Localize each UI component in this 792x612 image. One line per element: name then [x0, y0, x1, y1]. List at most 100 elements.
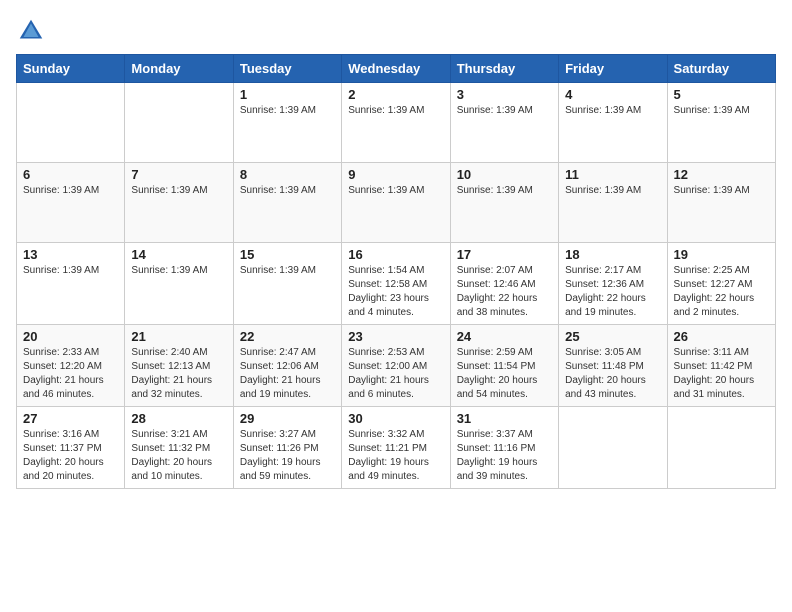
cell-info: Sunrise: 1:39 AM	[565, 104, 660, 118]
day-number: 18	[565, 247, 660, 262]
day-number: 4	[565, 87, 660, 102]
day-number: 14	[131, 247, 226, 262]
calendar-table: SundayMondayTuesdayWednesdayThursdayFrid…	[16, 54, 776, 489]
cell-info: Sunrise: 2:17 AM Sunset: 12:36 AM Daylig…	[565, 264, 660, 320]
day-number: 27	[23, 411, 118, 426]
calendar-cell: 3 Sunrise: 1:39 AM	[450, 83, 558, 163]
day-number: 5	[674, 87, 769, 102]
calendar-cell: 9Sunrise: 1:39 AM	[342, 163, 450, 243]
calendar-week-row: 20 Sunrise: 2:33 AM Sunset: 12:20 AM Dayl…	[17, 325, 776, 407]
calendar-cell: 13 Sunrise: 1:39 AM	[17, 243, 125, 325]
day-number: 1	[240, 87, 335, 102]
calendar-cell: 12Sunrise: 1:39 AM	[667, 163, 775, 243]
calendar-header-cell: Sunday	[17, 55, 125, 83]
day-number: 23	[348, 329, 443, 344]
cell-info: Sunrise: 2:47 AM Sunset: 12:06 AM Daylig…	[240, 346, 335, 402]
cell-info: Sunrise: 1:39 AM	[240, 264, 335, 278]
calendar-cell	[125, 83, 233, 163]
calendar-cell	[17, 83, 125, 163]
cell-info: Sunrise: 1:39 AM	[131, 184, 226, 198]
day-number: 21	[131, 329, 226, 344]
calendar-cell: 29Sunrise: 3:27 AM Sunset: 11:26 PM Dayl…	[233, 407, 341, 489]
calendar-cell: 15 Sunrise: 1:39 AM	[233, 243, 341, 325]
calendar-header-cell: Monday	[125, 55, 233, 83]
calendar-header-cell: Tuesday	[233, 55, 341, 83]
cell-info: Sunrise: 1:39 AM	[23, 264, 118, 278]
day-number: 15	[240, 247, 335, 262]
calendar-body: 1 Sunrise: 1:39 AM 2 Sunrise: 1:39 AM 3 Sunri…	[17, 83, 776, 489]
day-number: 12	[674, 167, 769, 182]
calendar-header-row: SundayMondayTuesdayWednesdayThursdayFrid…	[17, 55, 776, 83]
cell-info: Sunrise: 1:39 AM	[457, 104, 552, 118]
calendar-cell: 16 Sunrise: 1:54 AM Sunset: 12:58 AM Dayl…	[342, 243, 450, 325]
calendar-cell: 11 Sunrise: 1:39 AM	[559, 163, 667, 243]
cell-info: Sunrise: 2:59 AM Sunset: 11:54 PM Daylig…	[457, 346, 552, 402]
cell-info: Sunrise: 1:39 AM	[23, 184, 118, 198]
calendar-cell: 28Sunrise: 3:21 AM Sunset: 11:32 PM Dayl…	[125, 407, 233, 489]
calendar-header-cell: Thursday	[450, 55, 558, 83]
cell-info: Sunrise: 2:53 AM Sunset: 12:00 AM Daylig…	[348, 346, 443, 402]
cell-info: Sunrise: 1:39 AM	[240, 104, 335, 118]
cell-info: Sunrise: 1:39 AM	[674, 104, 769, 118]
cell-info: Sunrise: 3:37 AM Sunset: 11:16 PM Daylig…	[457, 428, 552, 484]
cell-info: Sunrise: 1:39 AM	[348, 104, 443, 118]
calendar-cell: 7 Sunrise: 1:39 AM	[125, 163, 233, 243]
calendar-header-cell: Saturday	[667, 55, 775, 83]
cell-info: Sunrise: 3:27 AM Sunset: 11:26 PM Daylig…	[240, 428, 335, 484]
calendar-week-row: 13 Sunrise: 1:39 AM 14 Sunrise: 1:39 AM 15 Su…	[17, 243, 776, 325]
calendar-cell: 19 Sunrise: 2:25 AM Sunset: 12:27 AM Dayl…	[667, 243, 775, 325]
calendar-cell: 20 Sunrise: 2:33 AM Sunset: 12:20 AM Dayl…	[17, 325, 125, 407]
day-number: 19	[674, 247, 769, 262]
calendar-week-row: 6Sunrise: 1:39 AM7Sunrise: 1:39 AM8Sunri…	[17, 163, 776, 243]
calendar-cell: 23 Sunrise: 2:53 AM Sunset: 12:00 AM Dayl…	[342, 325, 450, 407]
calendar-cell: 25Sunrise: 3:05 AM Sunset: 11:48 PM Dayl…	[559, 325, 667, 407]
cell-info: Sunrise: 3:21 AM Sunset: 11:32 PM Daylig…	[131, 428, 226, 484]
calendar-cell: 10Sunrise: 1:39 AM	[450, 163, 558, 243]
calendar-cell	[559, 407, 667, 489]
cell-info: Sunrise: 1:39 AM	[131, 264, 226, 278]
calendar-cell: 2 Sunrise: 1:39 AM	[342, 83, 450, 163]
calendar-cell: 22 Sunrise: 2:47 AM Sunset: 12:06 AM Dayl…	[233, 325, 341, 407]
calendar-cell: 18 Sunrise: 2:17 AM Sunset: 12:36 AM Dayl…	[559, 243, 667, 325]
calendar-cell: 30 Sunrise: 3:32 AM Sunset: 11:21 PM Dayl…	[342, 407, 450, 489]
calendar-cell: 5 Sunrise: 1:39 AM	[667, 83, 775, 163]
day-number: 22	[240, 329, 335, 344]
day-number: 3	[457, 87, 552, 102]
cell-info: Sunrise: 2:25 AM Sunset: 12:27 AM Daylig…	[674, 264, 769, 320]
cell-info: Sunrise: 3:32 AM Sunset: 11:21 PM Daylig…	[348, 428, 443, 484]
cell-info: Sunrise: 1:39 AM	[348, 184, 443, 198]
header	[16, 16, 776, 46]
cell-info: Sunrise: 3:16 AM Sunset: 11:37 PM Daylig…	[23, 428, 118, 484]
logo-icon	[16, 16, 46, 46]
day-number: 7	[131, 167, 226, 182]
cell-info: Sunrise: 3:05 AM Sunset: 11:48 PM Daylig…	[565, 346, 660, 402]
calendar-cell: 8Sunrise: 1:39 AM	[233, 163, 341, 243]
calendar-week-row: 1 Sunrise: 1:39 AM 2 Sunrise: 1:39 AM 3 Sunri…	[17, 83, 776, 163]
calendar-header-cell: Friday	[559, 55, 667, 83]
cell-info: Sunrise: 2:07 AM Sunset: 12:46 AM Daylig…	[457, 264, 552, 320]
cell-info: Sunrise: 2:40 AM Sunset: 12:13 AM Daylig…	[131, 346, 226, 402]
calendar-week-row: 27 Sunrise: 3:16 AM Sunset: 11:37 PM Dayl…	[17, 407, 776, 489]
calendar-cell: 17Sunrise: 2:07 AM Sunset: 12:46 AM Dayl…	[450, 243, 558, 325]
day-number: 13	[23, 247, 118, 262]
day-number: 8	[240, 167, 335, 182]
day-number: 16	[348, 247, 443, 262]
calendar-cell: 27 Sunrise: 3:16 AM Sunset: 11:37 PM Dayl…	[17, 407, 125, 489]
calendar-cell: 26 Sunrise: 3:11 AM Sunset: 11:42 PM Dayl…	[667, 325, 775, 407]
logo	[16, 16, 50, 46]
day-number: 26	[674, 329, 769, 344]
day-number: 11	[565, 167, 660, 182]
calendar-header-cell: Wednesday	[342, 55, 450, 83]
day-number: 10	[457, 167, 552, 182]
day-number: 20	[23, 329, 118, 344]
calendar-cell: 1 Sunrise: 1:39 AM	[233, 83, 341, 163]
calendar-cell: 31Sunrise: 3:37 AM Sunset: 11:16 PM Dayl…	[450, 407, 558, 489]
cell-info: Sunrise: 1:39 AM	[565, 184, 660, 198]
day-number: 30	[348, 411, 443, 426]
calendar-cell	[667, 407, 775, 489]
cell-info: Sunrise: 1:54 AM Sunset: 12:58 AM Daylig…	[348, 264, 443, 320]
day-number: 2	[348, 87, 443, 102]
calendar-cell: 24Sunrise: 2:59 AM Sunset: 11:54 PM Dayl…	[450, 325, 558, 407]
cell-info: Sunrise: 3:11 AM Sunset: 11:42 PM Daylig…	[674, 346, 769, 402]
cell-info: Sunrise: 2:33 AM Sunset: 12:20 AM Daylig…	[23, 346, 118, 402]
